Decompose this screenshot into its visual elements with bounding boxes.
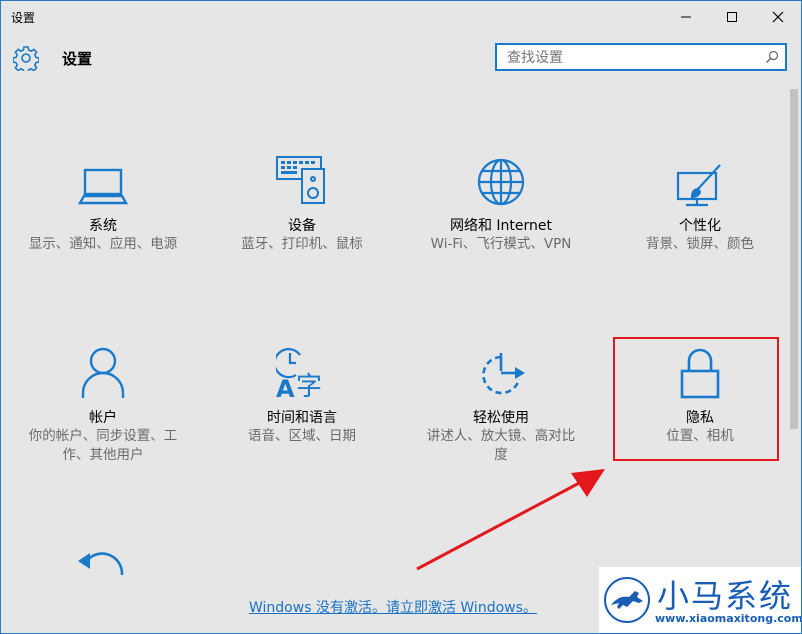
tile-ease-of-access[interactable]: 轻松使用 讲述人、放大镜、高对比度 — [406, 341, 596, 465]
highlight-box — [613, 337, 779, 461]
arrow-annotation — [416, 469, 605, 571]
globe-icon — [477, 158, 525, 206]
tile-name: 时间和语言 — [267, 410, 337, 426]
tile-network[interactable]: 网络和 Internet Wi-Fi、飞行模式、VPN — [406, 149, 596, 254]
activate-windows-link[interactable]: Windows 没有激活。请立即激活 Windows。 — [249, 597, 537, 617]
tile-description: 语音、区域、日期 — [248, 428, 356, 444]
search-icon[interactable] — [765, 50, 779, 64]
ease-of-access-icon — [482, 353, 525, 395]
window-title: 设置 — [11, 11, 36, 25]
tile-accounts[interactable]: 帐户 你的帐户、同步设置、工作、其他用户 — [8, 341, 198, 465]
close-button[interactable] — [755, 1, 801, 33]
tile-description: 蓝牙、打印机、鼠标 — [241, 236, 363, 252]
tile-description: 讲述人、放大镜、高对比度 — [426, 428, 576, 463]
tile-time-language[interactable]: A 字 时间和语言 语音、区域、日期 — [207, 341, 397, 446]
keyboard-speaker-icon — [276, 156, 325, 204]
watermark-url: www.xiaomaxitong.com — [655, 612, 802, 625]
tile-personalization[interactable]: 个性化 背景、锁屏、颜色 — [605, 149, 795, 254]
laptop-icon — [78, 168, 128, 205]
user-icon — [81, 347, 125, 398]
close-icon — [772, 11, 784, 23]
minimize-icon — [681, 16, 691, 18]
minimize-button[interactable] — [663, 1, 709, 33]
tile-description: 显示、通知、应用、电源 — [28, 236, 178, 252]
tile-name: 网络和 Internet — [449, 218, 553, 234]
search-box[interactable] — [495, 43, 787, 71]
page-title: 设置 — [62, 50, 93, 68]
tile-name: 帐户 — [89, 410, 117, 426]
tile-devices[interactable]: 设备 蓝牙、打印机、鼠标 — [207, 149, 397, 254]
time-language-icon: A 字 — [276, 348, 322, 399]
tile-name: 轻松使用 — [473, 410, 529, 426]
paint-brush-icon — [676, 164, 721, 207]
maximize-button[interactable] — [709, 1, 755, 33]
tile-description: 背景、锁屏、颜色 — [646, 236, 754, 252]
horse-logo-icon — [604, 577, 650, 623]
tile-name: 系统 — [89, 218, 117, 234]
watermark-logo: 小马系统 www.xiaomaxitong.com — [599, 567, 801, 633]
gear-icon — [13, 46, 39, 71]
maximize-icon — [727, 12, 737, 22]
settings-window: 设置 设置 查找设置 系统 显示、通知、应用、电源 设备 蓝牙、打印机、鼠标 网… — [0, 0, 802, 634]
refresh-icon — [78, 552, 124, 576]
scrollbar-thumb[interactable] — [790, 89, 798, 429]
tile-name: 设备 — [288, 218, 316, 234]
svg-text:字: 字 — [296, 372, 322, 399]
tile-description: 你的帐户、同步设置、工作、其他用户 — [28, 428, 178, 463]
tile-description: Wi-Fi、飞行模式、VPN — [430, 236, 572, 252]
title-bar: 设置 — [1, 1, 801, 33]
watermark-brand: 小马系统 — [657, 577, 794, 615]
tile-system[interactable]: 系统 显示、通知、应用、电源 — [8, 149, 198, 254]
tile-name: 个性化 — [679, 218, 721, 234]
tile-update-security[interactable] — [8, 541, 198, 581]
svg-text:A: A — [276, 375, 295, 399]
search-input[interactable] — [505, 48, 759, 68]
